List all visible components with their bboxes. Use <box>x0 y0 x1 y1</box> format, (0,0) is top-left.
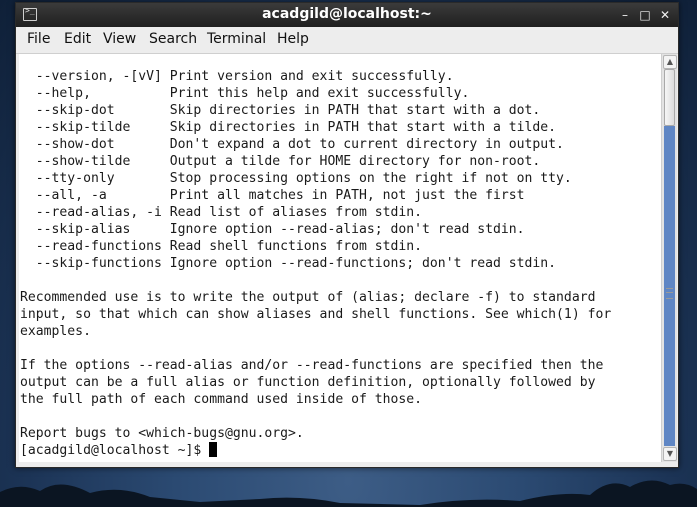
output-line: --read-functions Read shell functions fr… <box>20 239 423 254</box>
menu-view[interactable]: View <box>103 31 136 47</box>
scrollbar-track[interactable] <box>664 69 675 446</box>
terminal-window: acadgild@localhost:~ – □ ✕ File Edit Vie… <box>15 2 679 468</box>
window-title: acadgild@localhost:~ <box>262 6 432 22</box>
output-line: --skip-functions Ignore option --read-fu… <box>20 256 557 271</box>
shell-prompt: [acadgild@localhost ~]$ <box>20 443 210 458</box>
minimize-button[interactable]: – <box>616 6 634 24</box>
output-line: --show-dot Don't expand a dot to current… <box>20 137 564 152</box>
terminal-output[interactable]: --version, -[vV] Print version and exit … <box>19 54 661 462</box>
output-line: --all, -a Print all matches in PATH, not… <box>20 188 525 203</box>
scrollbar-grip-icon <box>666 288 673 299</box>
output-line: examples. <box>20 324 91 339</box>
menu-file[interactable]: File <box>27 31 50 47</box>
menu-search[interactable]: Search <box>149 31 197 47</box>
scroll-down-arrow-icon[interactable]: ▼ <box>663 447 677 461</box>
close-button[interactable]: ✕ <box>656 6 674 24</box>
output-line: --tty-only Stop processing options on th… <box>20 171 572 186</box>
maximize-button[interactable]: □ <box>636 6 654 24</box>
output-line: --help, Print this help and exit success… <box>20 86 470 101</box>
output-line: input, so that which can show aliases an… <box>20 307 612 322</box>
menu-edit[interactable]: Edit <box>64 31 91 47</box>
vertical-scrollbar[interactable]: ▲ ▼ <box>661 54 677 462</box>
output-line: --skip-alias Ignore option --read-alias;… <box>20 222 525 237</box>
text-cursor <box>209 442 218 457</box>
output-line: --show-tilde Output a tilde for HOME dir… <box>20 154 541 169</box>
title-bar[interactable]: acadgild@localhost:~ – □ ✕ <box>16 3 678 27</box>
output-line: the full path of each command used insid… <box>20 392 423 407</box>
output-line: output can be a full alias or function d… <box>20 375 596 390</box>
scrollbar-thumb[interactable] <box>664 69 675 126</box>
output-line: --version, -[vV] Print version and exit … <box>20 69 454 84</box>
menu-terminal[interactable]: Terminal <box>207 31 266 47</box>
menu-bar: File Edit View Search Terminal Help <box>16 27 678 54</box>
menu-help[interactable]: Help <box>277 31 309 47</box>
output-line: If the options --read-alias and/or --rea… <box>20 358 604 373</box>
scroll-up-arrow-icon[interactable]: ▲ <box>663 55 677 69</box>
output-line: --skip-tilde Skip directories in PATH th… <box>20 120 557 135</box>
terminal-text: --version, -[vV] Print version and exit … <box>20 68 611 459</box>
output-line: --skip-dot Skip directories in PATH that… <box>20 103 541 118</box>
output-line: --read-alias, -i Read list of aliases fr… <box>20 205 423 220</box>
output-line: Recommended use is to write the output o… <box>20 290 596 305</box>
output-line: Report bugs to <which-bugs@gnu.org>. <box>20 426 304 441</box>
